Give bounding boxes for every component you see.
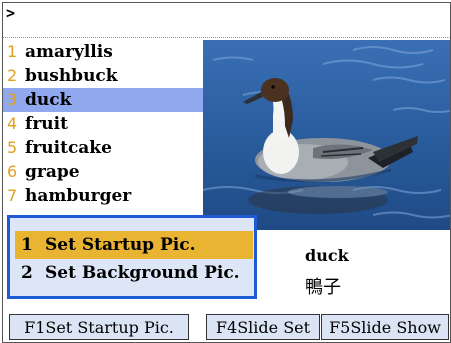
- list-item-word: grape: [25, 162, 80, 182]
- list-item[interactable]: 2 bushbuck: [3, 64, 203, 88]
- detail-translation: 鴨子: [305, 277, 341, 298]
- f1-set-startup-pic-button[interactable]: F1Set Startup Pic.: [9, 314, 189, 340]
- list-item[interactable]: 6 grape: [3, 160, 203, 184]
- list-item-number: 3: [7, 90, 18, 109]
- menu-item-set-background-pic[interactable]: 2 Set Background Pic.: [15, 259, 253, 287]
- list-item-number: 7: [7, 186, 18, 205]
- list-item-word: hamburger: [25, 186, 132, 206]
- list-item-number: 1: [7, 42, 18, 61]
- menu-item-set-startup-pic[interactable]: 1 Set Startup Pic.: [15, 231, 253, 259]
- list-item[interactable]: 4 fruit: [3, 112, 203, 136]
- f4-slide-set-button[interactable]: F4Slide Set: [206, 314, 320, 340]
- menu-item-number: 2: [21, 263, 33, 283]
- word-list: 1 amaryllis 2 bushbuck 3 duck 4 fruit 5 fruit…: [3, 40, 203, 218]
- menu-item-label: Set Startup Pic.: [45, 235, 196, 255]
- menu-item-number: 1: [21, 235, 33, 255]
- list-item-number: 2: [7, 66, 18, 85]
- list-item-number: 5: [7, 138, 18, 157]
- word-picture: [203, 40, 450, 230]
- f5-slide-show-button[interactable]: F5Slide Show: [321, 314, 449, 340]
- list-item-selected[interactable]: 3 duck: [3, 88, 203, 112]
- list-item[interactable]: 7 hamburger: [3, 184, 203, 208]
- input-prompt: >: [6, 4, 16, 22]
- list-item-word: amaryllis: [25, 42, 113, 62]
- list-item-word: fruit: [25, 114, 68, 134]
- list-item[interactable]: 1 amaryllis: [3, 40, 203, 64]
- picture-options-menu: 1 Set Startup Pic. 2 Set Background Pic.: [7, 215, 257, 299]
- detail-word: duck: [305, 246, 349, 265]
- dictionary-screen: > 1 amaryllis 2 bushbuck 3 duck 4 fruit 5 fru…: [2, 2, 451, 343]
- list-item-word: fruitcake: [25, 138, 112, 158]
- list-item-number: 6: [7, 162, 18, 181]
- menu-item-label: Set Background Pic.: [45, 263, 240, 283]
- list-item-word: duck: [25, 90, 72, 110]
- list-item-word: bushbuck: [25, 66, 118, 86]
- list-item-number: 4: [7, 114, 18, 133]
- function-key-bar: F1Set Startup Pic. F4Slide Set F5Slide S…: [3, 312, 450, 342]
- search-input[interactable]: >: [3, 3, 450, 38]
- list-item[interactable]: 5 fruitcake: [3, 136, 203, 160]
